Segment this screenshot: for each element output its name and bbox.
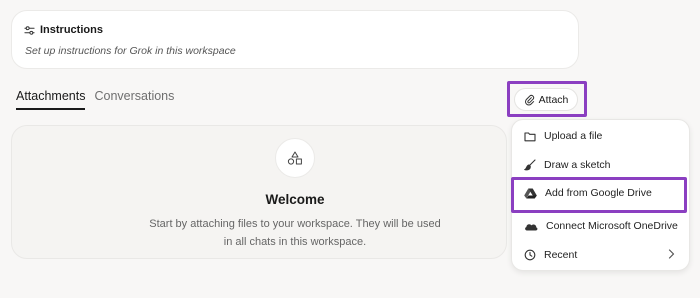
instructions-card[interactable]: Instructions Set up instructions for Gro…: [11, 10, 579, 69]
chevron-right-icon: [668, 248, 675, 260]
welcome-text-line-1: Start by attaching files to your workspa…: [149, 218, 441, 230]
instructions-title: Instructions: [40, 24, 103, 36]
welcome-title: Welcome: [265, 192, 325, 207]
folder-icon: [524, 131, 536, 142]
menu-item-onedrive[interactable]: Connect Microsoft OneDrive: [512, 214, 691, 238]
paintbrush-icon: [524, 159, 536, 171]
menu-item-upload-file[interactable]: Upload a file: [512, 124, 691, 148]
menu-item-draw-sketch[interactable]: Draw a sketch: [512, 153, 691, 177]
onedrive-icon: [524, 222, 538, 231]
shapes-icon: [275, 138, 315, 178]
menu-item-label: Recent: [544, 249, 578, 261]
welcome-text-line-2: in all chats in this workspace.: [223, 236, 367, 248]
menu-item-label: Upload a file: [544, 130, 603, 142]
tab-conversations[interactable]: Conversations: [94, 89, 174, 110]
tab-attachments[interactable]: Attachments: [16, 89, 86, 110]
welcome-text: Start by attaching files to your workspa…: [11, 215, 579, 251]
workspace-tabs: Attachments Conversations: [16, 89, 174, 110]
instructions-subtitle: Set up instructions for Grok in this wor…: [25, 45, 236, 57]
google-drive-highlight-box: [511, 177, 687, 213]
instructions-title-row: Instructions: [24, 24, 103, 36]
attach-highlight-box: [507, 81, 587, 117]
menu-item-label: Draw a sketch: [544, 159, 611, 171]
sliders-icon: [24, 25, 35, 36]
menu-item-label: Connect Microsoft OneDrive: [546, 220, 678, 232]
menu-item-recent[interactable]: Recent: [512, 243, 691, 267]
clock-icon: [524, 249, 536, 261]
